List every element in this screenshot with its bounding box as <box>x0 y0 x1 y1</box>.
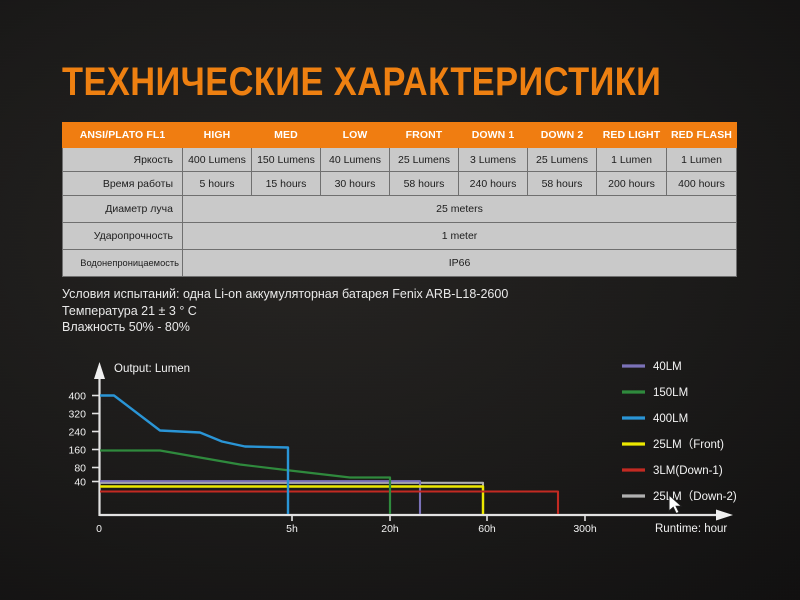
series-line-25lm-front <box>100 487 483 515</box>
x-axis-tick-labels: 0 5h 20h 60h 300h <box>96 523 597 535</box>
x-tick-label-5h: 5h <box>286 523 298 535</box>
conditions-line-1: Условия испытаний: одна Li-on аккумулято… <box>62 286 508 303</box>
y-tick-label-40: 40 <box>74 477 86 489</box>
cell-runtime-high: 5 hours <box>183 172 252 196</box>
slide-root: ТЕХНИЧЕСКИЕ ХАРАКТЕРИСТИКИ ANSI/PLATO FL… <box>0 0 800 600</box>
table-header-cell-2: MED <box>252 123 321 148</box>
legend-item-25lm-front: 25LM（Front) <box>622 438 724 451</box>
table-header-cell-8: RED FLASH <box>667 123 737 148</box>
y-tick-label-400: 400 <box>68 391 86 403</box>
x-tick-label-20h: 20h <box>381 523 399 535</box>
cell-brightness-front: 25 Lumens <box>390 148 459 172</box>
legend-item-3lm-down1: 3LM(Down-1) <box>622 465 723 477</box>
cell-runtime-low: 30 hours <box>321 172 390 196</box>
cell-beam-diameter-value: 25 meters <box>183 196 737 223</box>
table-row: Ударопрочность 1 meter <box>63 223 737 250</box>
legend-item-150lm: 150LM <box>622 387 688 399</box>
y-axis-title: Output: Lumen <box>114 363 190 375</box>
row-label-runtime: Время работы <box>63 172 183 196</box>
page-title: ТЕХНИЧЕСКИЕ ХАРАКТЕРИСТИКИ <box>62 60 661 104</box>
table-header-cell-4: FRONT <box>390 123 459 148</box>
legend-label-25lm-front: 25LM（Front) <box>653 438 724 451</box>
mouse-cursor-icon <box>668 494 686 518</box>
cell-runtime-med: 15 hours <box>252 172 321 196</box>
chart-legend: 40LM 150LM 400LM 25LM（Front) 3LM(Down-1)… <box>622 361 737 503</box>
cell-brightness-low: 40 Lumens <box>321 148 390 172</box>
test-conditions-block: Условия испытаний: одна Li-on аккумулято… <box>62 286 508 336</box>
x-tick-label-300h: 300h <box>573 523 597 535</box>
cell-brightness-redlight: 1 Lumen <box>597 148 667 172</box>
table-header-cell-5: DOWN 1 <box>459 123 528 148</box>
y-axis-tick-labels: 400 320 240 160 80 40 <box>68 391 86 489</box>
legend-label-40lm: 40LM <box>653 361 682 373</box>
cell-brightness-down1: 3 Lumens <box>459 148 528 172</box>
series-line-25lm-down2 <box>100 483 483 514</box>
table-row: Время работы 5 hours 15 hours 30 hours 5… <box>63 172 737 196</box>
cell-brightness-high: 400 Lumens <box>183 148 252 172</box>
table-header-cell-3: LOW <box>321 123 390 148</box>
table-row: Водонепроницаемость IP66 <box>63 250 737 277</box>
table-row: Яркость 400 Lumens 150 Lumens 40 Lumens … <box>63 148 737 172</box>
cell-brightness-med: 150 Lumens <box>252 148 321 172</box>
legend-item-400lm: 400LM <box>622 413 688 425</box>
row-label-brightness: Яркость <box>63 148 183 172</box>
cell-brightness-down2: 25 Lumens <box>528 148 597 172</box>
cell-impact-resistance-value: 1 meter <box>183 223 737 250</box>
table-header-cell-7: RED LIGHT <box>597 123 667 148</box>
cell-brightness-redflash: 1 Lumen <box>667 148 737 172</box>
chart-axes <box>94 362 733 521</box>
conditions-line-2: Температура 21 ± 3 ° C <box>62 303 508 320</box>
legend-label-25lm-down2: 25LM（Down-2) <box>653 490 737 503</box>
chart-series-group <box>100 396 558 515</box>
series-line-150lm <box>100 451 390 515</box>
y-axis-ticks <box>92 396 100 482</box>
table-header-cell-1: HIGH <box>183 123 252 148</box>
conditions-line-3: Влажность 50% - 80% <box>62 319 508 336</box>
x-tick-label-60h: 60h <box>478 523 496 535</box>
cell-runtime-redflash: 400 hours <box>667 172 737 196</box>
cell-runtime-redlight: 200 hours <box>597 172 667 196</box>
series-line-40lm <box>100 481 420 514</box>
y-axis-arrow-icon <box>94 362 105 379</box>
row-label-impact-resistance: Ударопрочность <box>63 223 183 250</box>
x-tick-label-0: 0 <box>96 523 102 535</box>
cell-runtime-down1: 240 hours <box>459 172 528 196</box>
table-header-cell-0: ANSI/PLATO FL1 <box>63 123 183 148</box>
y-tick-label-80: 80 <box>74 463 86 475</box>
row-label-water-resistance: Водонепроницаемость <box>63 250 183 277</box>
legend-label-400lm: 400LM <box>653 413 688 425</box>
y-tick-label-320: 320 <box>68 409 86 421</box>
x-axis-arrow-icon <box>716 510 733 521</box>
table-header-row: ANSI/PLATO FL1 HIGH MED LOW FRONT DOWN 1… <box>63 123 737 148</box>
cell-runtime-front: 58 hours <box>390 172 459 196</box>
table-header-cell-6: DOWN 2 <box>528 123 597 148</box>
legend-label-3lm-down1: 3LM(Down-1) <box>653 465 723 477</box>
specifications-table: ANSI/PLATO FL1 HIGH MED LOW FRONT DOWN 1… <box>62 122 737 277</box>
x-axis-ticks <box>292 515 585 521</box>
y-tick-label-240: 240 <box>68 427 86 439</box>
cell-water-resistance-value: IP66 <box>183 250 737 277</box>
row-label-beam-diameter: Диаметр луча <box>63 196 183 223</box>
y-tick-label-160: 160 <box>68 445 86 457</box>
x-axis-title: Runtime: hour <box>655 523 727 535</box>
legend-item-40lm: 40LM <box>622 361 682 373</box>
legend-label-150lm: 150LM <box>653 387 688 399</box>
table-row: Диаметр луча 25 meters <box>63 196 737 223</box>
cell-runtime-down2: 58 hours <box>528 172 597 196</box>
series-line-3lm-down1 <box>100 492 558 515</box>
series-line-400lm <box>100 396 288 515</box>
